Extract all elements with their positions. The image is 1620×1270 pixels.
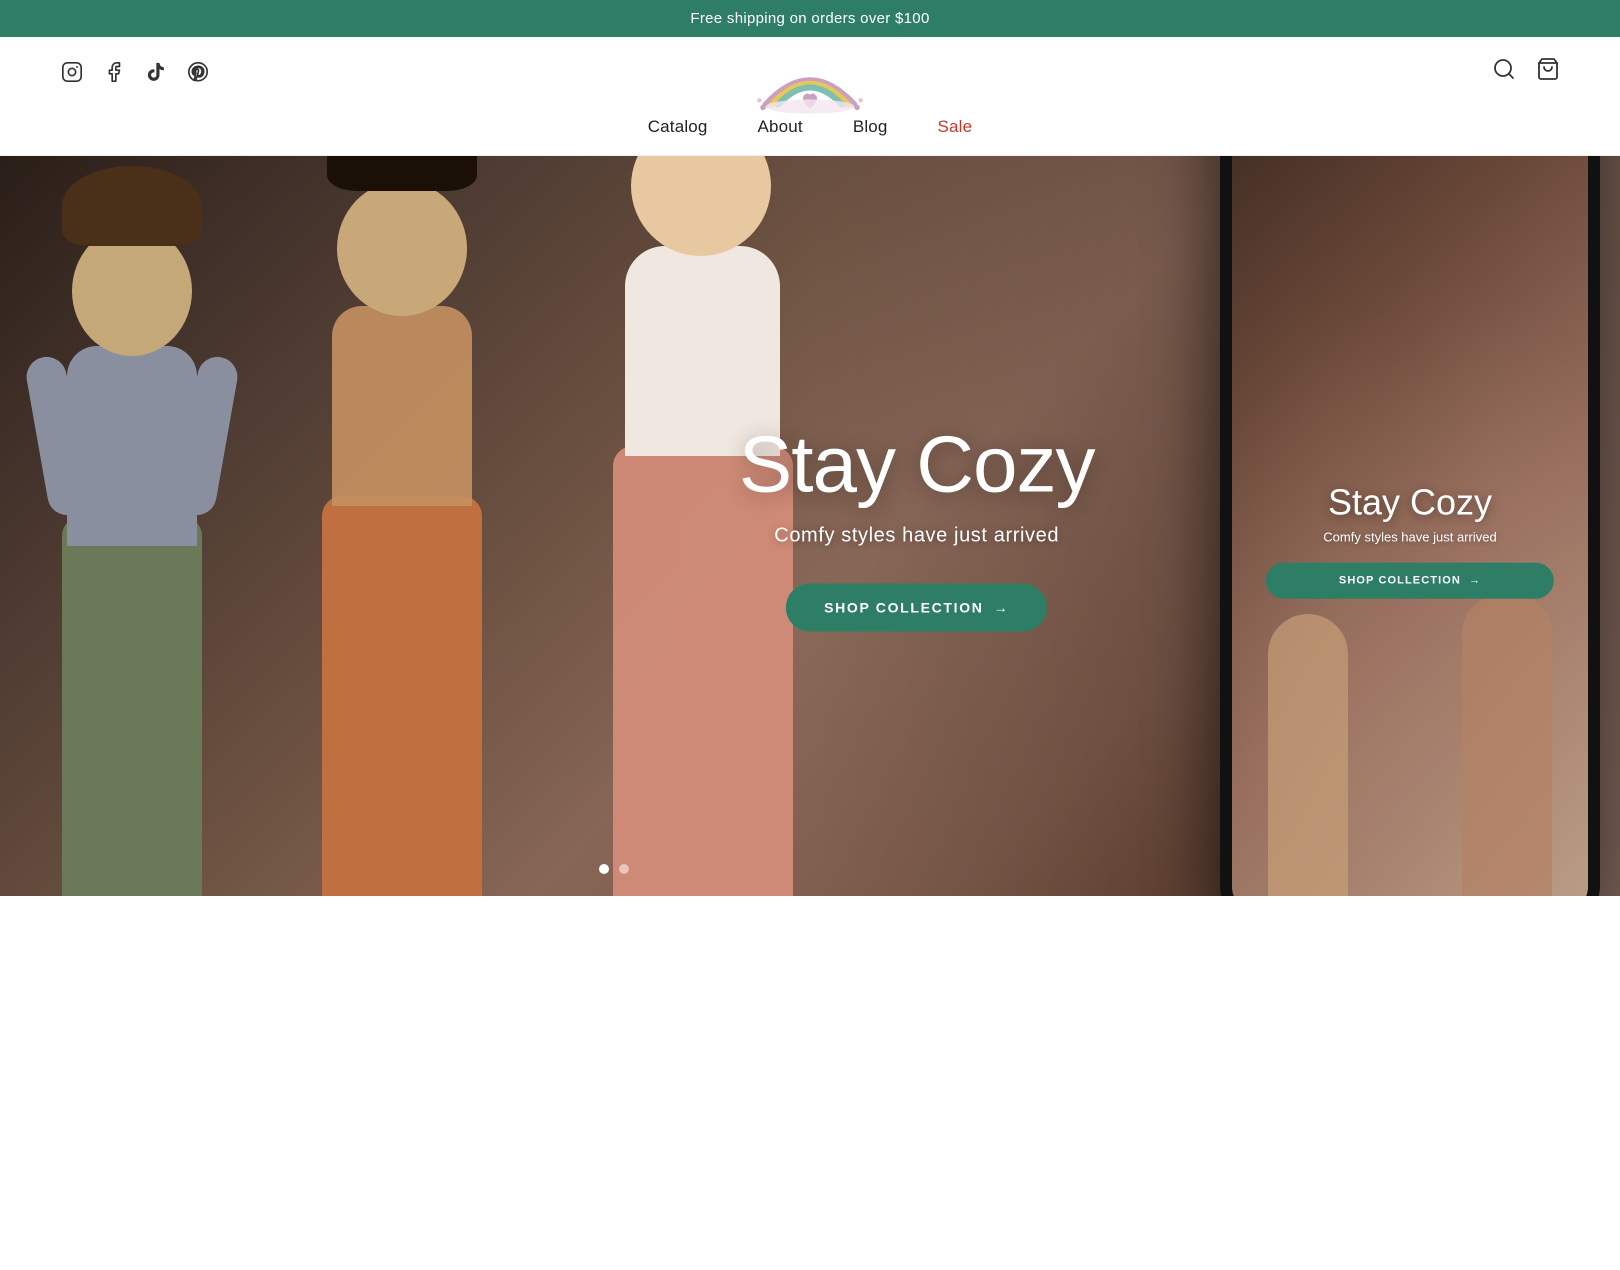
hero-cta-arrow: →: [994, 600, 1010, 616]
mobile-hero-cta-button[interactable]: SHOP COLLECTION →: [1266, 563, 1554, 599]
hero-subtitle: Comfy styles have just arrived: [739, 525, 1095, 548]
hero-cta-button[interactable]: SHOP COLLECTION →: [786, 584, 1047, 632]
logo[interactable]: [745, 47, 875, 127]
announcement-bar: Free shipping on orders over $100: [0, 0, 1620, 37]
nav-sale[interactable]: Sale: [938, 117, 973, 137]
hero-section: Stay Cozy Comfy styles have just arrived…: [0, 156, 1620, 896]
mobile-cta-arrow: →: [1469, 575, 1481, 587]
mobile-hero-content: Stay Cozy Comfy styles have just arrived…: [1250, 482, 1570, 599]
cart-button[interactable]: [1536, 57, 1560, 87]
header: [0, 37, 1620, 107]
search-button[interactable]: [1492, 57, 1516, 87]
hero-title: Stay Cozy: [739, 421, 1095, 509]
tiktok-icon[interactable]: [144, 60, 168, 84]
mobile-mockup: Free shipping on orders over $100: [1220, 156, 1600, 896]
header-actions: [1492, 57, 1560, 87]
hero-carousel-dots: [599, 864, 629, 874]
hero-content: Stay Cozy Comfy styles have just arrived…: [739, 421, 1095, 632]
mobile-hero-subtitle: Comfy styles have just arrived: [1250, 530, 1570, 545]
social-links: [60, 60, 210, 84]
mobile-screen: Free shipping on orders over $100: [1232, 156, 1588, 896]
mobile-hero-title: Stay Cozy: [1250, 482, 1570, 522]
facebook-icon[interactable]: [102, 60, 126, 84]
mobile-hero: Stay Cozy Comfy styles have just arrived…: [1232, 156, 1588, 896]
announcement-text: Free shipping on orders over $100: [690, 10, 929, 27]
hero-cta-label: SHOP COLLECTION: [824, 600, 984, 616]
pinterest-icon[interactable]: [186, 60, 210, 84]
instagram-icon[interactable]: [60, 60, 84, 84]
mobile-cta-label: SHOP COLLECTION: [1339, 575, 1461, 587]
nav-catalog[interactable]: Catalog: [648, 117, 708, 137]
hero-dot-1[interactable]: [599, 864, 609, 874]
hero-dot-2[interactable]: [619, 864, 629, 874]
